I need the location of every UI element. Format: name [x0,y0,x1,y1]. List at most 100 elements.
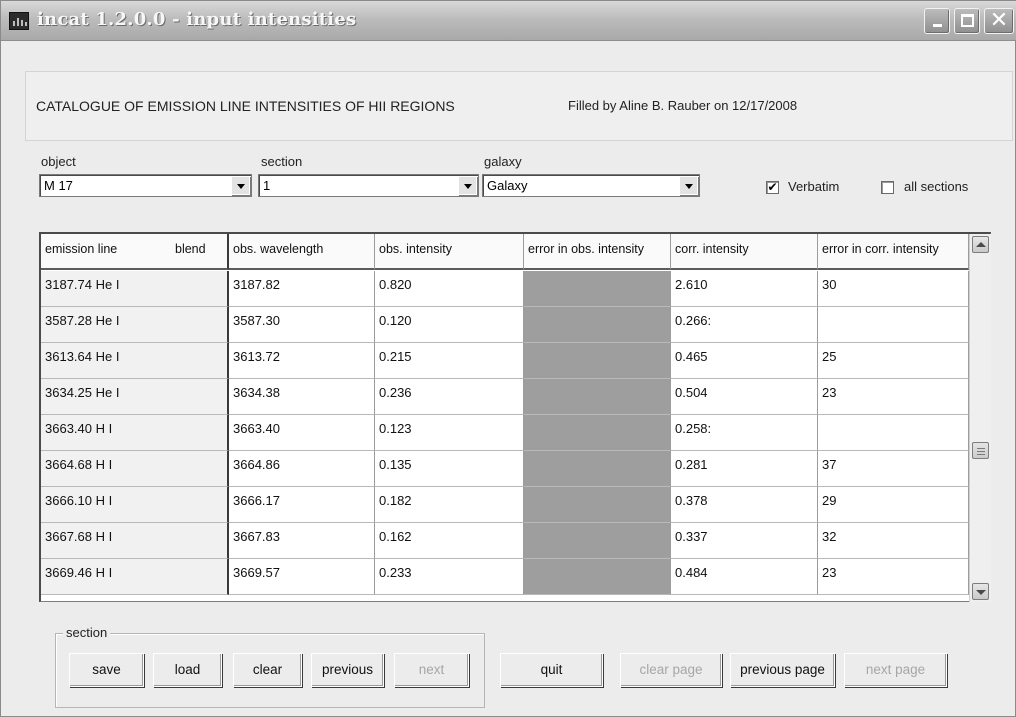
err-obs-cell [524,271,671,307]
obs-intensity-cell[interactable]: 0.135 [375,451,524,487]
emission-line-cell[interactable]: 3587.28 He I [41,307,229,343]
catalogue-title: CATALOGUE OF EMISSION LINE INTENSITIES O… [36,98,455,114]
corr-intensity-cell[interactable]: 0.337 [671,523,818,559]
previous-button[interactable]: previous [311,653,384,687]
clear-page-button[interactable]: clear page [620,653,722,687]
object-select-value: M 17 [44,178,73,193]
window-title: incat 1.2.0.0 - input intensities [37,9,357,30]
next-button[interactable]: next [394,653,469,687]
emission-line-cell[interactable]: 3667.68 H I [41,523,229,559]
obs-intensity-cell[interactable]: 0.120 [375,307,524,343]
col-header-obs-wavelength[interactable]: obs. wavelength [229,234,375,270]
emission-line-header-label: emission line [45,242,118,256]
err-obs-cell [524,559,671,595]
intensity-table: emission line blend obs. wavelength obs.… [39,232,991,602]
err-corr-cell[interactable]: 23 [818,379,969,415]
err-obs-cell [524,307,671,343]
load-button[interactable]: load [153,653,222,687]
obs-wavelength-cell[interactable]: 3667.83 [229,523,375,559]
galaxy-select-value: Galaxy [487,178,528,193]
save-button[interactable]: save [69,653,144,687]
minimize-icon[interactable] [924,8,950,34]
obs-intensity-cell[interactable]: 0.233 [375,559,524,595]
err-corr-cell[interactable] [818,307,969,343]
err-corr-cell[interactable]: 23 [818,559,969,595]
err-corr-cell[interactable]: 25 [818,343,969,379]
app-window: incat 1.2.0.0 - input intensities ✕ CATA… [0,0,1016,717]
scroll-up-icon[interactable] [972,236,989,253]
section-select[interactable]: 1 [258,174,479,197]
section-label: section [261,154,303,169]
corr-intensity-cell[interactable]: 0.281 [671,451,818,487]
emission-line-cell[interactable]: 3663.40 H I [41,415,229,451]
next-page-button[interactable]: next page [844,653,947,687]
all-sections-checkbox[interactable] [881,181,894,194]
err-obs-cell [524,451,671,487]
scroll-thumb[interactable] [972,442,989,459]
emission-line-cell[interactable]: 3664.68 H I [41,451,229,487]
obs-intensity-cell[interactable]: 0.162 [375,523,524,559]
err-corr-cell[interactable] [818,415,969,451]
previous-page-button[interactable]: previous page [730,653,835,687]
title-bar[interactable]: incat 1.2.0.0 - input intensities ✕ [1,1,1016,41]
verbatim-label: Verbatim [788,179,840,194]
err-corr-cell[interactable]: 37 [818,451,969,487]
galaxy-select[interactable]: Galaxy [482,174,700,197]
corr-intensity-cell[interactable]: 0.378 [671,487,818,523]
chevron-down-icon[interactable] [679,176,698,195]
section-select-value: 1 [263,178,271,193]
corr-intensity-cell[interactable]: 2.610 [671,271,818,307]
obs-wavelength-cell[interactable]: 3634.38 [229,379,375,415]
obs-intensity-cell[interactable]: 0.236 [375,379,524,415]
err-corr-cell[interactable]: 30 [818,271,969,307]
verbatim-checkbox[interactable]: ✔ [766,181,779,194]
emission-line-cell[interactable]: 3634.25 He I [41,379,229,415]
galaxy-label: galaxy [484,154,522,169]
obs-wavelength-cell[interactable]: 3587.30 [229,307,375,343]
col-header-corr-intensity[interactable]: corr. intensity [671,234,818,270]
col-header-emission-line[interactable]: emission line blend [41,234,229,270]
maximize-icon[interactable] [954,8,980,34]
col-header-err-corr[interactable]: error in corr. intensity [818,234,969,270]
err-corr-cell[interactable]: 32 [818,523,969,559]
emission-line-cell[interactable]: 3669.46 H I [41,559,229,595]
corr-intensity-cell[interactable]: 0.266: [671,307,818,343]
err-obs-cell [524,379,671,415]
emission-line-cell[interactable]: 3187.74 He I [41,271,229,307]
err-obs-cell [524,415,671,451]
corr-intensity-cell[interactable]: 0.484 [671,559,818,595]
chevron-down-icon[interactable] [231,176,250,195]
err-obs-cell [524,487,671,523]
obs-intensity-cell[interactable]: 0.182 [375,487,524,523]
clear-button[interactable]: clear [233,653,302,687]
emission-line-cell[interactable]: 3666.10 H I [41,487,229,523]
filled-by-text: Filled by Aline B. Rauber on 12/17/2008 [568,98,798,113]
obs-wavelength-cell[interactable]: 3663.40 [229,415,375,451]
chevron-down-icon[interactable] [458,176,477,195]
emission-line-cell[interactable]: 3613.64 He I [41,343,229,379]
section-group-label: section [63,625,111,640]
object-select[interactable]: M 17 [39,174,252,197]
obs-intensity-cell[interactable]: 0.820 [375,271,524,307]
obs-wavelength-cell[interactable]: 3613.72 [229,343,375,379]
err-obs-cell [524,523,671,559]
obs-intensity-cell[interactable]: 0.215 [375,343,524,379]
obs-wavelength-cell[interactable]: 3664.86 [229,451,375,487]
obs-intensity-cell[interactable]: 0.123 [375,415,524,451]
all-sections-label: all sections [904,179,969,194]
close-icon[interactable]: ✕ [984,8,1014,34]
obs-wavelength-cell[interactable]: 3187.82 [229,271,375,307]
object-label: object [41,154,76,169]
corr-intensity-cell[interactable]: 0.465 [671,343,818,379]
scroll-down-icon[interactable] [972,583,989,600]
vertical-scrollbar[interactable] [969,234,991,602]
col-header-obs-intensity[interactable]: obs. intensity [375,234,524,270]
quit-button[interactable]: quit [500,653,603,687]
obs-wavelength-cell[interactable]: 3666.17 [229,487,375,523]
blend-header-label: blend [175,242,206,256]
err-corr-cell[interactable]: 29 [818,487,969,523]
obs-wavelength-cell[interactable]: 3669.57 [229,559,375,595]
col-header-err-obs[interactable]: error in obs. intensity [524,234,671,270]
corr-intensity-cell[interactable]: 0.258: [671,415,818,451]
corr-intensity-cell[interactable]: 0.504 [671,379,818,415]
